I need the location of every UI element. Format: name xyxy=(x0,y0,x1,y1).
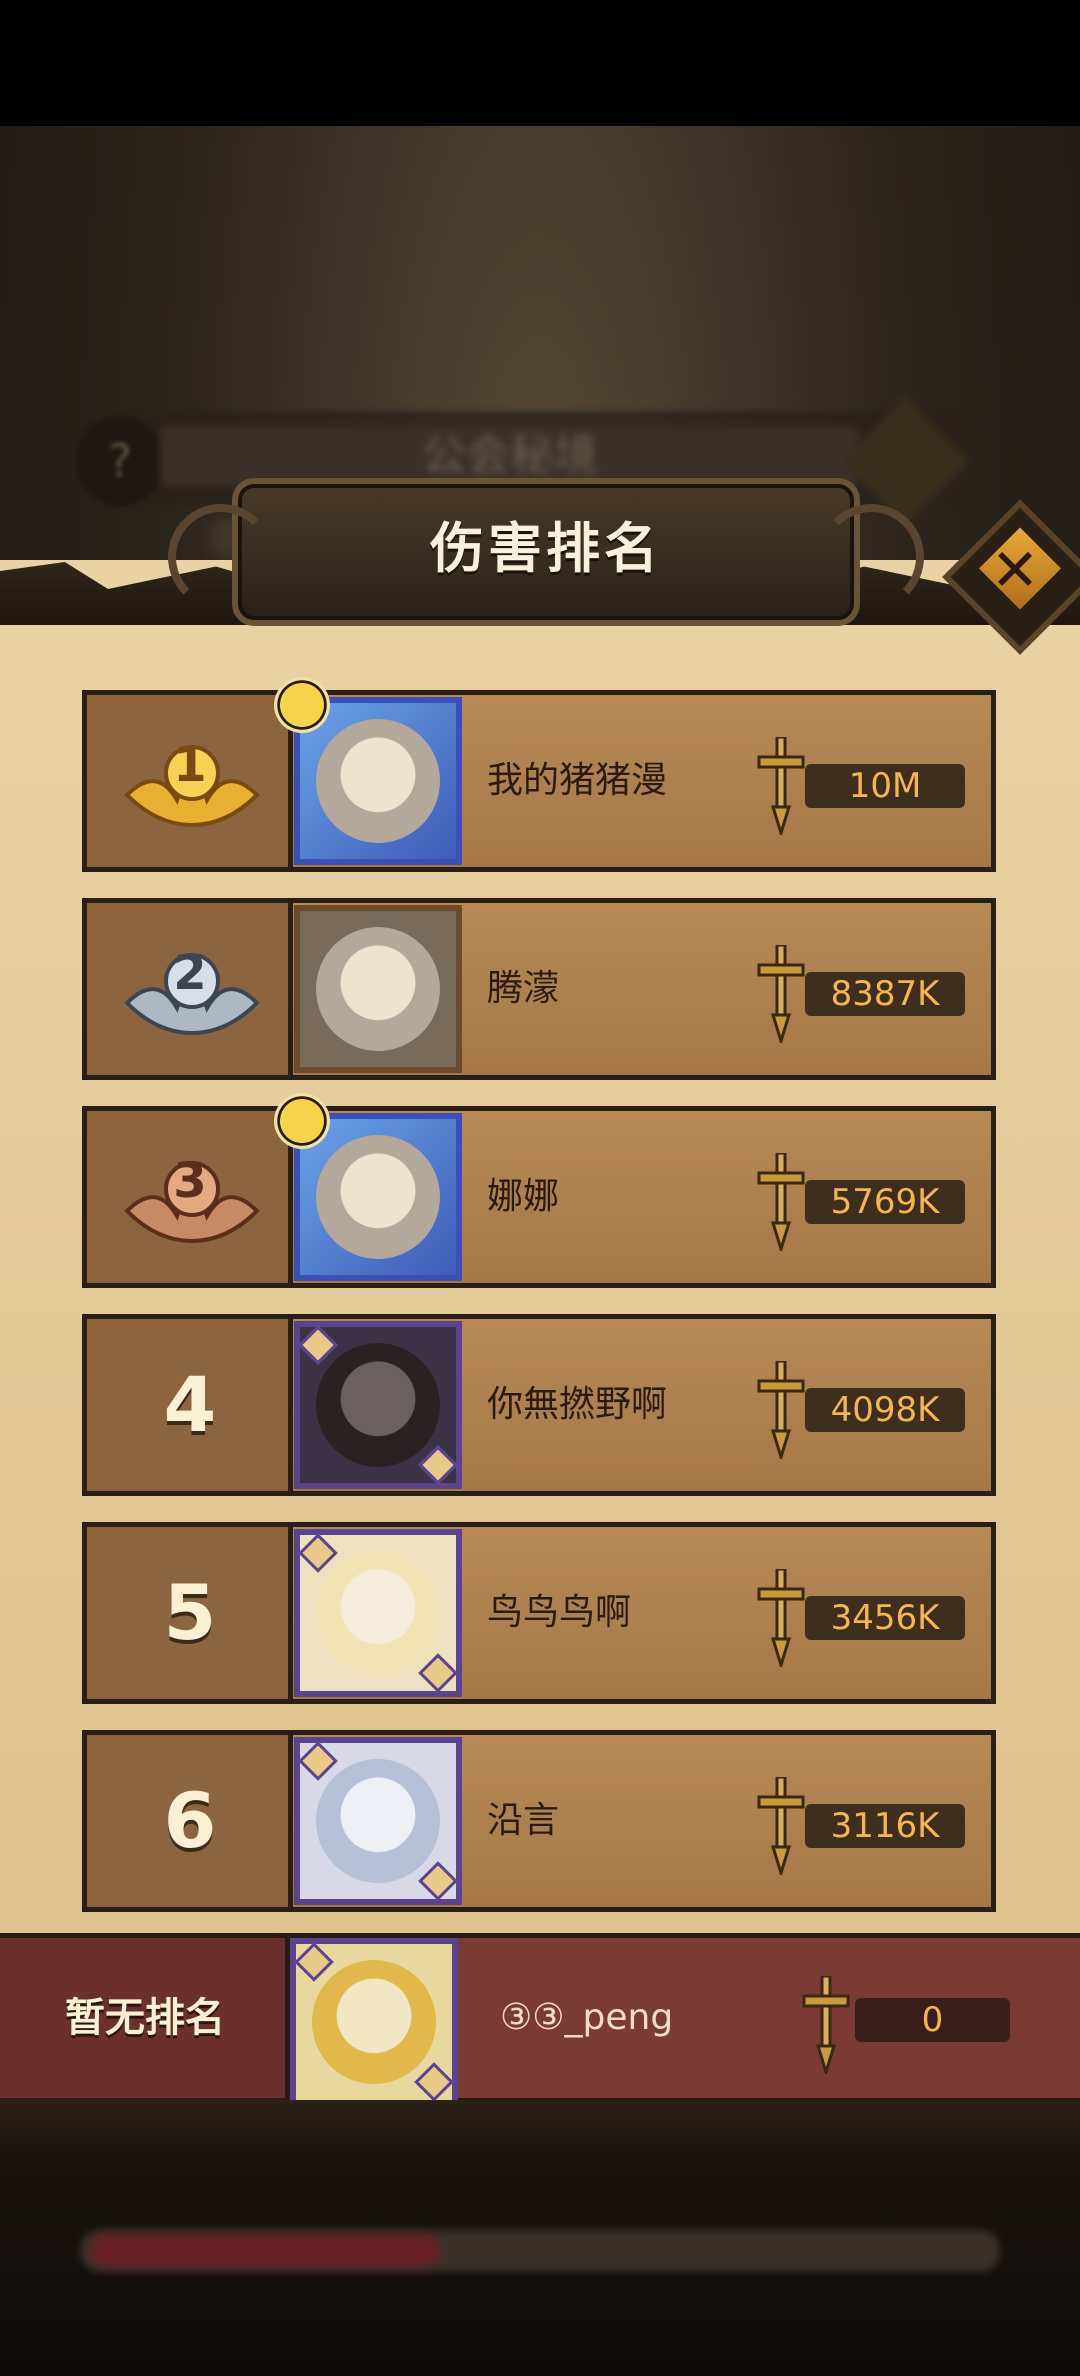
diamond-icon xyxy=(298,1325,338,1365)
sword-icon xyxy=(757,1153,805,1251)
my-avatar[interactable] xyxy=(290,1938,458,2106)
sword-icon xyxy=(757,945,805,1043)
rank-number: 5 xyxy=(163,1568,217,1657)
sword-icon xyxy=(802,1976,850,2074)
vip-badge-icon xyxy=(274,677,330,733)
score-value: 3116K xyxy=(830,1806,940,1846)
rank-cell: 3 xyxy=(87,1111,293,1283)
player-name: 沿言 xyxy=(487,1800,560,1841)
damage-score: 8387K xyxy=(805,972,965,1016)
my-damage-score: 0 xyxy=(855,1998,1010,2042)
diamond-icon xyxy=(298,1741,338,1781)
player-name: 鸟鸟鸟啊 xyxy=(487,1592,632,1633)
title-plate: 伤害排名 xyxy=(168,478,924,626)
ranking-row[interactable]: 6 沿言 3116K xyxy=(82,1730,996,1912)
avatar-face xyxy=(316,1551,440,1675)
rank-number: 2 xyxy=(173,945,207,1001)
dialog-title: 伤害排名 xyxy=(430,517,662,580)
damage-score: 5769K xyxy=(805,1180,965,1224)
rank-number: 1 xyxy=(173,737,207,793)
avatar-face xyxy=(312,1960,436,2084)
rank-number: 4 xyxy=(163,1360,217,1449)
avatar-face xyxy=(316,1759,440,1883)
player-name: 娜娜 xyxy=(487,1176,560,1217)
rank-cell: 4 xyxy=(87,1319,293,1491)
rank-cell: 2 xyxy=(87,903,293,1075)
sword-icon xyxy=(757,1361,805,1459)
avatar[interactable] xyxy=(294,1737,462,1905)
my-player-name: ③③_peng xyxy=(500,1997,674,2038)
ranking-row[interactable]: 1 我的猪猪漫 10M xyxy=(82,677,996,872)
avatar-face xyxy=(316,927,440,1051)
help-icon: ? xyxy=(75,416,165,506)
sword-icon xyxy=(757,1777,805,1875)
avatar[interactable] xyxy=(294,1529,462,1697)
blurred-hp-fill xyxy=(90,2235,440,2267)
vip-badge-icon xyxy=(274,1093,330,1149)
damage-score: 3116K xyxy=(805,1804,965,1848)
damage-score: 4098K xyxy=(805,1388,965,1432)
score-value: 3456K xyxy=(830,1598,940,1638)
blurred-game-footer xyxy=(0,2160,1080,2376)
diamond-icon xyxy=(418,1861,458,1901)
rank-number: 3 xyxy=(173,1153,207,1209)
ranking-row[interactable]: 3 娜娜 5769K xyxy=(82,1093,996,1288)
rank-cell: 5 xyxy=(87,1527,293,1699)
ranking-row[interactable]: 5 鸟鸟鸟啊 3456K xyxy=(82,1522,996,1704)
my-rank-label: 暂无排名 xyxy=(65,1995,225,2041)
avatar-face xyxy=(316,719,440,843)
diamond-icon xyxy=(418,1445,458,1485)
damage-score: 10M xyxy=(805,764,965,808)
score-value: 5769K xyxy=(830,1182,940,1222)
avatar[interactable] xyxy=(274,677,462,865)
avatar[interactable] xyxy=(294,1321,462,1489)
backdrop-title: 公会秘境 xyxy=(160,426,860,486)
score-value: 4098K xyxy=(830,1390,940,1430)
my-ranking-row[interactable]: 暂无排名 ③③_peng 0 xyxy=(0,1933,1080,2106)
player-name: 我的猪猪漫 xyxy=(487,760,668,801)
avatar-face xyxy=(316,1343,440,1467)
ranking-row[interactable]: 4 你無撚野啊 4098K xyxy=(82,1314,996,1496)
avatar[interactable] xyxy=(274,1093,462,1281)
rank-cell: 暂无排名 xyxy=(0,1938,290,2098)
rank-cell: 6 xyxy=(87,1735,293,1907)
avatar[interactable] xyxy=(294,905,462,1073)
rank-cell: 1 xyxy=(87,695,293,867)
ranking-row[interactable]: 2 腾濛 8387K xyxy=(82,898,996,1080)
score-value: 8387K xyxy=(830,974,940,1014)
rank-number: 6 xyxy=(163,1776,217,1865)
diamond-icon xyxy=(414,2062,454,2102)
diamond-icon xyxy=(418,1653,458,1693)
avatar-face xyxy=(316,1135,440,1259)
player-name: 腾濛 xyxy=(487,968,560,1009)
damage-score: 3456K xyxy=(805,1596,965,1640)
sword-icon xyxy=(757,737,805,835)
player-name: 你無撚野啊 xyxy=(487,1384,668,1425)
score-value: 0 xyxy=(921,2000,944,2040)
sword-icon xyxy=(757,1569,805,1667)
score-value: 10M xyxy=(848,766,922,806)
panel-bottom-border xyxy=(0,2100,1080,2160)
diamond-icon xyxy=(294,1942,334,1982)
diamond-icon xyxy=(298,1533,338,1573)
